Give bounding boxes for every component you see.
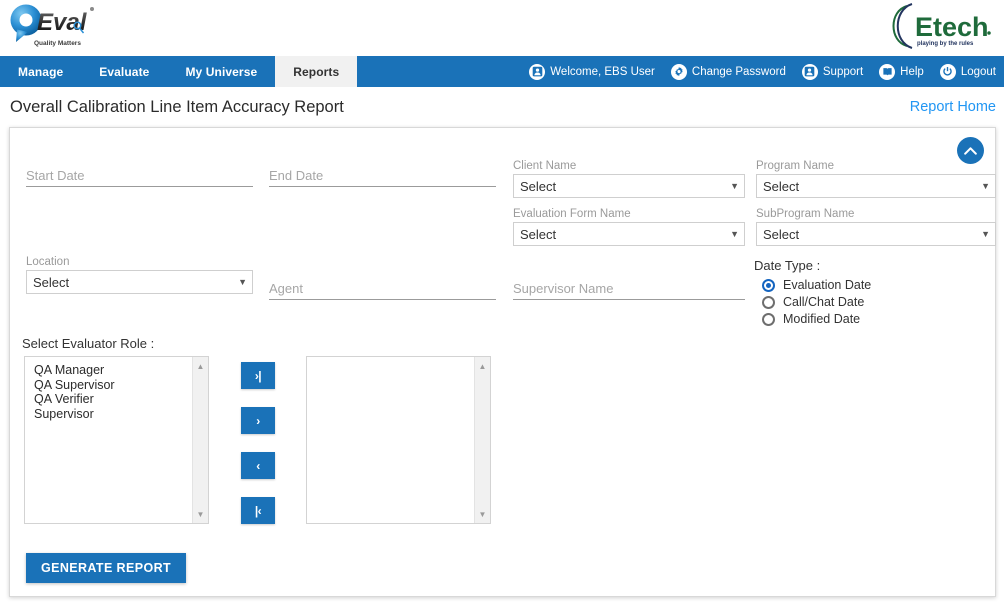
evaluation-form-name-field: Evaluation Form Name Select ▼: [513, 208, 745, 246]
list-item[interactable]: QA Manager: [25, 363, 192, 378]
radio-evaluation-date-mark[interactable]: [762, 278, 775, 292]
evaluation-form-name-select[interactable]: Select: [513, 222, 745, 246]
support-link[interactable]: Support: [794, 63, 871, 80]
scroll-up-icon[interactable]: ▲: [475, 359, 490, 373]
scroll-down-icon[interactable]: ▼: [193, 507, 208, 521]
etech-logo[interactable]: Etech playing by the rules: [886, 2, 996, 50]
radio-modified-date[interactable]: Modified Date: [762, 312, 871, 326]
top-bar: Eval Quality Matters Etech playing by th…: [0, 0, 1004, 56]
selected-list-items: [307, 357, 474, 523]
filter-form: Client Name Select ▼ Program Name Select…: [10, 128, 996, 596]
nav-tab-reports[interactable]: Reports: [275, 56, 358, 87]
radio-modified-date-label: Modified Date: [783, 312, 861, 326]
client-name-value: Select: [520, 178, 557, 194]
svg-text:Etech: Etech: [915, 12, 989, 42]
start-date-field: [26, 166, 253, 187]
client-name-select[interactable]: Select: [513, 174, 745, 198]
subprogram-name-select[interactable]: Select: [756, 222, 996, 246]
nav-tab-evaluate[interactable]: Evaluate: [81, 56, 167, 87]
welcome-user-menu[interactable]: Welcome, EBS User: [521, 63, 663, 80]
scroll-up-icon[interactable]: ▲: [193, 359, 208, 373]
location-label: Location: [26, 256, 70, 268]
main-navigation: Manage Evaluate My Universe Reports Welc…: [0, 56, 1004, 87]
program-name-field: Program Name Select ▼: [756, 160, 996, 198]
location-select[interactable]: Select: [26, 270, 253, 294]
radio-call-chat-date-mark[interactable]: [762, 295, 775, 309]
available-list-scrollbar[interactable]: ▲ ▼: [192, 357, 208, 523]
program-name-select[interactable]: Select: [756, 174, 996, 198]
scroll-down-icon[interactable]: ▼: [475, 507, 490, 521]
support-label: Support: [822, 65, 864, 78]
agent-field: [269, 279, 496, 300]
change-password-link[interactable]: Change Password: [663, 63, 794, 80]
evaluator-role-selected-list[interactable]: ▲ ▼: [306, 356, 491, 524]
subprogram-name-field: SubProgram Name Select ▼: [756, 208, 996, 246]
logout-link[interactable]: Logout: [932, 63, 1004, 80]
user-icon: [529, 63, 546, 80]
available-list-items: QA Manager QA Supervisor QA Verifier Sup…: [25, 357, 192, 523]
date-type-title: Date Type :: [754, 258, 821, 273]
evaluation-form-name-label: Evaluation Form Name: [513, 208, 631, 220]
client-name-label: Client Name: [513, 160, 577, 172]
logout-label: Logout: [960, 65, 996, 78]
help-label: Help: [900, 65, 924, 78]
list-item[interactable]: QA Verifier: [25, 392, 192, 407]
report-home-link[interactable]: Report Home: [910, 99, 996, 115]
help-link[interactable]: Help: [871, 63, 932, 80]
agent-input[interactable]: [269, 279, 496, 300]
selected-list-scrollbar[interactable]: ▲ ▼: [474, 357, 490, 523]
evaluator-role-title: Select Evaluator Role :: [22, 336, 155, 351]
radio-evaluation-date-label: Evaluation Date: [783, 278, 872, 292]
nav-tab-manage[interactable]: Manage: [0, 56, 81, 87]
move-right-button[interactable]: ›: [241, 407, 275, 434]
program-name-value: Select: [763, 178, 800, 194]
qeval-logo[interactable]: Eval Quality Matters: [6, 2, 98, 48]
report-filter-panel: Client Name Select ▼ Program Name Select…: [9, 127, 996, 597]
subprogram-name-value: Select: [763, 226, 800, 242]
radio-evaluation-date[interactable]: Evaluation Date: [762, 278, 871, 292]
page-header: Overall Calibration Line Item Accuracy R…: [0, 87, 1004, 127]
nav-tabs: Manage Evaluate My Universe Reports: [0, 56, 358, 87]
list-item[interactable]: Supervisor: [25, 407, 192, 422]
evaluation-form-name-value: Select: [520, 226, 557, 242]
radio-call-chat-date-label: Call/Chat Date: [783, 295, 865, 309]
end-date-field: [269, 166, 496, 187]
generate-report-button[interactable]: GENERATE REPORT: [26, 553, 186, 583]
program-name-label: Program Name: [756, 160, 834, 172]
support-icon: [801, 63, 818, 80]
nav-utilities: Welcome, EBS User Change Password Suppor…: [521, 56, 1004, 87]
move-left-button[interactable]: ‹: [241, 452, 275, 479]
svg-text:Quality Matters: Quality Matters: [34, 40, 81, 47]
list-item[interactable]: QA Supervisor: [25, 378, 192, 393]
end-date-input[interactable]: [269, 166, 496, 187]
move-all-right-button[interactable]: ›|: [241, 362, 275, 389]
client-name-field: Client Name Select ▼: [513, 160, 745, 198]
location-field: Location Select ▼: [26, 256, 253, 294]
book-icon: [879, 63, 896, 80]
power-icon: [939, 63, 956, 80]
start-date-input[interactable]: [26, 166, 253, 187]
location-value: Select: [33, 274, 70, 290]
gear-icon: [670, 63, 687, 80]
supervisor-name-input[interactable]: [513, 279, 745, 300]
evaluator-role-available-list[interactable]: QA Manager QA Supervisor QA Verifier Sup…: [24, 356, 209, 524]
date-type-group: Date Type : Evaluation Date Call/Chat Da…: [754, 258, 871, 329]
svg-text:playing by the rules: playing by the rules: [917, 41, 974, 47]
move-all-left-button[interactable]: |‹: [241, 497, 275, 524]
supervisor-name-field: [513, 279, 745, 300]
subprogram-name-label: SubProgram Name: [756, 208, 855, 220]
radio-call-chat-date[interactable]: Call/Chat Date: [762, 295, 871, 309]
radio-modified-date-mark[interactable]: [762, 312, 775, 326]
change-password-label: Change Password: [691, 65, 786, 78]
nav-tab-my-universe[interactable]: My Universe: [167, 56, 275, 87]
page-title: Overall Calibration Line Item Accuracy R…: [10, 97, 344, 116]
welcome-user-label: Welcome, EBS User: [550, 65, 655, 78]
